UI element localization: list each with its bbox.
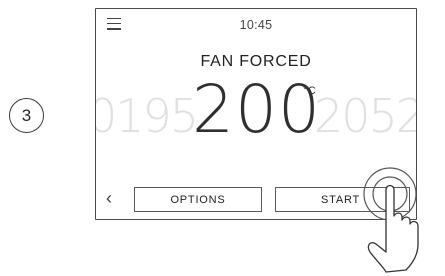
hand-tap-icon [363, 167, 419, 273]
cooking-mode-title: FAN FORCED [200, 53, 312, 70]
temperature-current: 200 [192, 71, 321, 148]
step-number: 3 [21, 105, 32, 125]
chevron-left-icon[interactable]: ‹ [106, 189, 112, 207]
temperature-selector[interactable]: 0195 200 °C 2052 [96, 75, 416, 145]
options-button[interactable]: OPTIONS [134, 187, 262, 212]
step-number-badge: 3 [9, 98, 44, 133]
temperature-next-options[interactable]: 2052 [314, 89, 416, 143]
temperature-previous-options[interactable]: 0195 [96, 89, 199, 143]
clock: 10:45 [239, 18, 273, 32]
